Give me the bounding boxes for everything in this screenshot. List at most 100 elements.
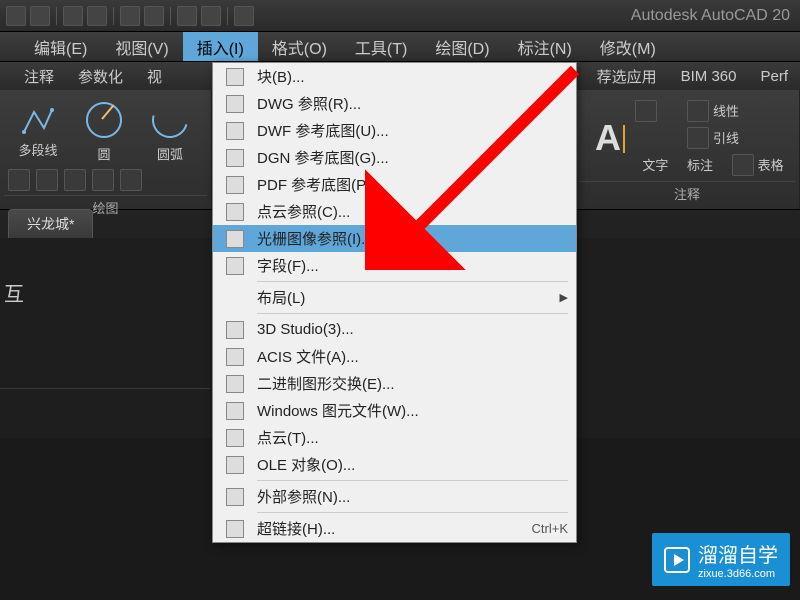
- hyperlink-icon: [226, 520, 244, 538]
- leader-button[interactable]: 引线: [687, 125, 791, 150]
- polyline-button[interactable]: 多段线: [8, 102, 68, 159]
- menu-item-label: 外部参照(N)...: [257, 486, 568, 507]
- annotation-panel: A 线性 引线 文字 标注 表格 注释: [575, 90, 800, 209]
- ribbon-tab-bim360[interactable]: BIM 360: [669, 68, 749, 85]
- menu-modify[interactable]: 修改(M): [586, 32, 670, 61]
- menu-item-field-icon[interactable]: 字段(F)...: [213, 252, 576, 279]
- menu-insert[interactable]: 插入(I): [183, 32, 258, 61]
- ribbon-tab-preferred[interactable]: 荐选应用: [585, 66, 669, 87]
- ann-panel-label: 注释: [579, 181, 795, 205]
- menu-item-label: 布局(L): [257, 287, 560, 308]
- menu-edit[interactable]: 编辑(E): [20, 32, 101, 61]
- ribbon-tab-view[interactable]: 视: [135, 66, 174, 87]
- menu-item-pdf-icon[interactable]: PDF 参考底图(P)...: [213, 171, 576, 198]
- draw-small-3[interactable]: [64, 169, 86, 191]
- raster-icon: [226, 230, 244, 248]
- menu-item-label: 光栅图像参照(I)...: [257, 228, 568, 249]
- watermark-brand: 溜溜自学: [698, 545, 778, 567]
- watermark-url: zixue.3d66.com: [698, 568, 778, 580]
- menu-item-wmf-icon[interactable]: Windows 图元文件(W)...: [213, 397, 576, 424]
- 3ds-icon: [226, 321, 244, 339]
- menu-item-xref-icon[interactable]: 外部参照(N)...: [213, 483, 576, 510]
- draw-small-1[interactable]: [8, 169, 30, 191]
- menu-item-dwg-icon[interactable]: DWG 参照(R)...: [213, 90, 576, 117]
- dgn-icon: [226, 149, 244, 167]
- linear-button[interactable]: 线性: [687, 98, 791, 123]
- shortcut-label: Ctrl+K: [532, 521, 568, 536]
- menu-item-binary-icon[interactable]: 二进制图形交换(E)...: [213, 370, 576, 397]
- menu-item-label: DGN 参考底图(G)...: [257, 147, 568, 168]
- menu-item-acis-icon[interactable]: ACIS 文件(A)...: [213, 343, 576, 370]
- menu-item-label: OLE 对象(O)...: [257, 454, 568, 475]
- binary-icon: [226, 375, 244, 393]
- menu-item-pointcloud-icon[interactable]: 点云参照(C)...: [213, 198, 576, 225]
- ribbon-tab-perf[interactable]: Perf: [748, 68, 800, 85]
- xref-icon: [226, 488, 244, 506]
- menu-format[interactable]: 格式(O): [258, 32, 341, 61]
- menu-item-ole-icon[interactable]: OLE 对象(O)...: [213, 451, 576, 478]
- menu-item-pointcloud2-icon[interactable]: 点云(T)...: [213, 424, 576, 451]
- text-button[interactable]: A: [583, 98, 633, 177]
- menu-tools[interactable]: 工具(T): [341, 32, 421, 61]
- qat-btn-1[interactable]: [6, 6, 26, 26]
- qat-btn-4[interactable]: [87, 6, 107, 26]
- block-icon: [226, 68, 244, 86]
- menu-item-label: 二进制图形交换(E)...: [257, 373, 568, 394]
- qat-btn-3[interactable]: [63, 6, 83, 26]
- menu-view[interactable]: 视图(V): [101, 32, 182, 61]
- menu-item-label: Windows 图元文件(W)...: [257, 400, 568, 421]
- menu-item-label: 块(B)...: [257, 66, 568, 87]
- draw-small-5[interactable]: [120, 169, 142, 191]
- qat-btn-9[interactable]: [234, 6, 254, 26]
- pdf-icon: [226, 176, 244, 194]
- wmf-icon: [226, 402, 244, 420]
- menu-item-label: DWG 参照(R)...: [257, 93, 568, 114]
- qat-btn-2[interactable]: [30, 6, 50, 26]
- menu-item-label: 点云参照(C)...: [257, 201, 568, 222]
- qat-btn-6[interactable]: [144, 6, 164, 26]
- menu-item-label: 点云(T)...: [257, 427, 568, 448]
- menu-item-label: ACIS 文件(A)...: [257, 346, 568, 367]
- menu-item-label: 超链接(H)...: [257, 518, 532, 539]
- play-icon: [664, 547, 690, 573]
- menu-item-dgn-icon[interactable]: DGN 参考底图(G)...: [213, 144, 576, 171]
- qat-btn-7[interactable]: [177, 6, 197, 26]
- menu-item-layout[interactable]: 布局(L)▶: [213, 284, 576, 311]
- dwg-icon: [226, 95, 244, 113]
- menu-item-dwf-icon[interactable]: DWF 参考底图(U)...: [213, 117, 576, 144]
- pointcloud-icon: [226, 203, 244, 221]
- side-char: 互: [4, 278, 24, 307]
- menu-item-raster-icon[interactable]: 光栅图像参照(I)...: [213, 225, 576, 252]
- menu-dim[interactable]: 标注(N): [504, 32, 586, 61]
- dim-label2: 标注: [687, 155, 713, 174]
- qat-btn-5[interactable]: [120, 6, 140, 26]
- menu-bar: 编辑(E) 视图(V) 插入(I) 格式(O) 工具(T) 绘图(D) 标注(N…: [0, 32, 800, 62]
- field-icon: [226, 257, 244, 275]
- menu-item-block-icon[interactable]: 块(B)...: [213, 63, 576, 90]
- watermark: 溜溜自学 zixue.3d66.com: [652, 533, 790, 586]
- menu-item-label: 字段(F)...: [257, 255, 568, 276]
- menu-draw[interactable]: 绘图(D): [421, 32, 503, 61]
- app-title: Autodesk AutoCAD 20: [631, 7, 790, 25]
- menu-item-label: 3D Studio(3)...: [257, 321, 568, 338]
- ribbon-tab-param[interactable]: 参数化: [66, 66, 135, 87]
- ole-icon: [226, 456, 244, 474]
- submenu-arrow-icon: ▶: [560, 291, 568, 304]
- pointcloud2-icon: [226, 429, 244, 447]
- menu-item-hyperlink-icon[interactable]: 超链接(H)...Ctrl+K: [213, 515, 576, 542]
- menu-item-label: DWF 参考底图(U)...: [257, 120, 568, 141]
- draw-small-2[interactable]: [36, 169, 58, 191]
- qat-btn-8[interactable]: [201, 6, 221, 26]
- menu-item-3ds-icon[interactable]: 3D Studio(3)...: [213, 316, 576, 343]
- text-label: 文字: [642, 155, 668, 174]
- file-tab-active[interactable]: 兴龙城*: [8, 209, 93, 238]
- dim-icon[interactable]: [635, 98, 685, 123]
- dwf-icon: [226, 122, 244, 140]
- dim-label: [635, 125, 685, 150]
- ribbon-tab-annotate[interactable]: 注释: [12, 66, 66, 87]
- table-button[interactable]: 表格: [732, 154, 784, 176]
- arc-button[interactable]: 圆弧: [140, 98, 200, 163]
- insert-menu-dropdown: 块(B)... DWG 参照(R)... DWF 参考底图(U)... DGN 参考底…: [212, 62, 577, 543]
- draw-small-4[interactable]: [92, 169, 114, 191]
- circle-button[interactable]: 圆: [74, 98, 134, 163]
